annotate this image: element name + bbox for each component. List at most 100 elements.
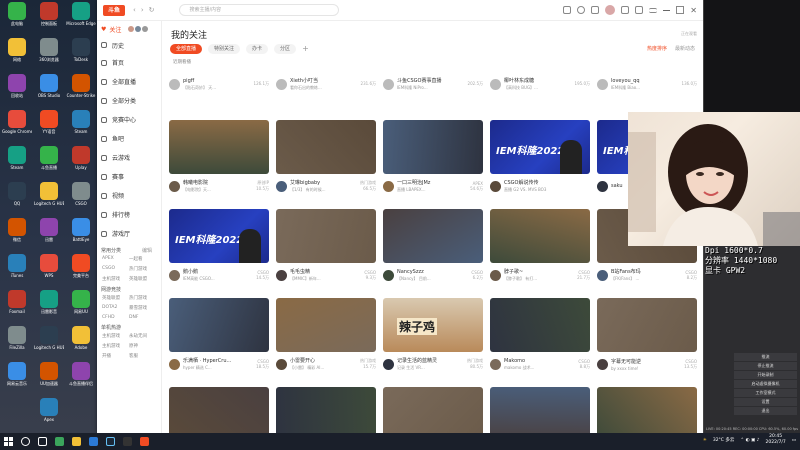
stream-card[interactable]: 一口三明治JMz 直播 LBAPEX... APEX 54.6万: [383, 120, 483, 205]
sidebar-item[interactable]: 首页: [97, 53, 161, 72]
stream-thumbnail[interactable]: [169, 387, 269, 433]
streamer-avatar[interactable]: [490, 78, 501, 90]
stream-thumbnail[interactable]: [383, 387, 483, 433]
streamer-name[interactable]: 一口三明治JMz: [397, 179, 467, 186]
obs-button[interactable]: 启动虚拟摄像机: [734, 380, 797, 388]
stream-thumbnail[interactable]: 辣子鸡: [383, 298, 483, 352]
desktop-icon[interactable]: Logitech G HUB: [34, 182, 64, 212]
edit-link[interactable]: 编辑: [138, 243, 156, 256]
streamer-name[interactable]: 记录生活的蓝精灵: [397, 357, 464, 364]
stream-card[interactable]: 椰叶林东成糖 【高科技 BUG】... 195.0万: [490, 73, 590, 93]
stream-card[interactable]: 乐满栖 · HyperCru... hyper 精选 C... CSGO 18.5万: [169, 298, 269, 383]
category-link[interactable]: 原神: [129, 343, 156, 349]
taskbar-app-icon[interactable]: [140, 437, 149, 446]
stream-card[interactable]: 艾琳bigbaby 【1/3】 有的时候... 热门游戏 66.5万: [276, 120, 376, 205]
stream-thumbnail[interactable]: [490, 298, 590, 352]
category-link[interactable]: APEX: [102, 256, 129, 262]
stream-thumbnail[interactable]: IEM科隆2022: [169, 209, 269, 263]
desktop-icon[interactable]: 回收站: [2, 74, 32, 104]
sidebar-item[interactable]: 历史: [97, 37, 161, 53]
category-link[interactable]: CFHD: [102, 315, 129, 320]
tab-item[interactable]: 办卡: [246, 44, 269, 54]
desktop-icon[interactable]: 完美平台: [66, 254, 96, 284]
streamer-name[interactable]: Xieth小叮当: [290, 77, 358, 84]
obs-button[interactable]: 停止推流: [734, 362, 797, 370]
desktop-icon[interactable]: YY语音: [34, 110, 64, 140]
windows-start-icon[interactable]: [4, 437, 13, 446]
stream-card[interactable]: Xieth小叮当 看你石出的教练... 231.6万: [276, 73, 376, 93]
category-link[interactable]: 开播: [102, 353, 129, 359]
back-icon[interactable]: ‹: [133, 6, 136, 14]
streamer-avatar[interactable]: [276, 180, 287, 192]
add-tab-icon[interactable]: +: [302, 44, 309, 54]
message-icon[interactable]: [563, 6, 572, 14]
desktop-icon[interactable]: QQ: [2, 182, 32, 212]
desktop-icon[interactable]: Uplay: [66, 146, 96, 176]
sort-hot[interactable]: 热度排序: [647, 45, 667, 52]
category-tag[interactable]: APEX: [470, 181, 483, 186]
streamer-avatar[interactable]: [383, 358, 394, 370]
desktop-icon[interactable]: 斗鱼直播: [34, 146, 64, 176]
streamer-avatar[interactable]: [490, 358, 501, 370]
sidebar-item[interactable]: 视频: [97, 186, 161, 205]
category-link[interactable]: 主机游戏: [102, 333, 129, 339]
streamer-avatar[interactable]: [490, 180, 501, 192]
streamer-name[interactable]: 字幕无可能逆: [611, 358, 681, 365]
desktop-icon[interactable]: CSGO: [66, 182, 96, 212]
forward-icon[interactable]: ›: [141, 6, 144, 14]
stream-thumbnail[interactable]: [597, 387, 697, 433]
category-tag[interactable]: CSGO: [471, 270, 483, 275]
streamer-avatar[interactable]: [383, 269, 394, 281]
weather-icon[interactable]: ☀: [703, 438, 707, 443]
streamer-avatar[interactable]: [276, 269, 287, 281]
stream-card[interactable]: IEM科隆2022 鹅小鹅 IEM高能 CSGO... CSGO 14.5万: [169, 209, 269, 294]
stream-card[interactable]: 小雷要开心 【小雷】 精彩 AI... 热门游戏 15.7万: [276, 298, 376, 383]
category-link[interactable]: DOTA2: [102, 305, 129, 311]
sidebar-item[interactable]: 全部直播: [97, 72, 161, 91]
sidebar-item[interactable]: 竞赛中心: [97, 110, 161, 129]
streamer-name[interactable]: 毛毛虫精: [290, 268, 361, 275]
desktop-icon[interactable]: 网络: [2, 38, 32, 68]
desktop-icon[interactable]: 控制面板: [34, 2, 64, 32]
desktop-icon[interactable]: FileZilla: [2, 326, 32, 356]
maximize-icon[interactable]: [676, 6, 685, 14]
streamer-name[interactable]: 韩曦电影院: [183, 179, 253, 186]
category-link[interactable]: 一起看: [129, 256, 156, 262]
stream-card[interactable]: 脖子歌~ 【脖子歌】 有打... CSGO 21.7万: [490, 209, 590, 294]
streamer-name[interactable]: pigff: [183, 78, 251, 84]
desktop-icon[interactable]: WPS: [34, 254, 64, 284]
streamer-name[interactable]: 斗鱼CSGO赛事直播: [397, 77, 465, 84]
taskbar-app-icon[interactable]: [106, 437, 115, 446]
stream-card[interactable]: [383, 387, 483, 433]
stream-thumbnail[interactable]: [276, 120, 376, 174]
category-tag[interactable]: CSGO: [684, 359, 697, 364]
streamer-avatar[interactable]: [276, 78, 287, 90]
stream-thumbnail[interactable]: [490, 387, 590, 433]
desktop-icon[interactable]: iTunes: [2, 254, 32, 284]
stream-thumbnail[interactable]: [169, 298, 269, 352]
desktop-icon[interactable]: 此电脑: [2, 2, 32, 32]
douyu-logo[interactable]: 斗鱼: [103, 4, 125, 16]
stream-card[interactable]: 字幕无可能逆 by xxxx time! CSGO 13.5万: [597, 298, 697, 383]
sidebar-item[interactable]: 全部分类: [97, 91, 161, 110]
stream-card[interactable]: [490, 387, 590, 433]
minimize-icon[interactable]: [663, 9, 671, 11]
streamer-avatar[interactable]: [276, 358, 287, 370]
stream-card[interactable]: loveyou_qq IEM科隆 Biao... 136.0万: [597, 73, 697, 93]
sidebar-item-follow[interactable]: ♥ 关注: [97, 21, 161, 37]
desktop-icon[interactable]: Microsoft Edge: [66, 2, 96, 32]
menu-icon[interactable]: [649, 7, 658, 13]
tab-item[interactable]: 分区: [274, 44, 297, 54]
category-link[interactable]: DNF: [129, 315, 156, 320]
streamer-name[interactable]: 乐满栖 · HyperCru...: [183, 357, 253, 364]
stream-card[interactable]: [597, 387, 697, 433]
streamer-name[interactable]: 艾琳bigbaby: [290, 179, 357, 186]
desktop-icon[interactable]: Steam: [2, 146, 32, 176]
stream-card[interactable]: 辣子鸡 记录生活的蓝精灵 记录 生活 VR... 热门游戏 80.5万: [383, 298, 483, 383]
taskbar-app-icon[interactable]: [55, 437, 64, 446]
desktop-icon[interactable]: 迅雷影音: [34, 290, 64, 320]
streamer-avatar[interactable]: [169, 358, 180, 370]
desktop-icon[interactable]: 微信: [2, 218, 32, 248]
streamer-name[interactable]: NancySzzz: [397, 269, 468, 275]
desktop-icon[interactable]: ToDesk: [66, 38, 96, 68]
